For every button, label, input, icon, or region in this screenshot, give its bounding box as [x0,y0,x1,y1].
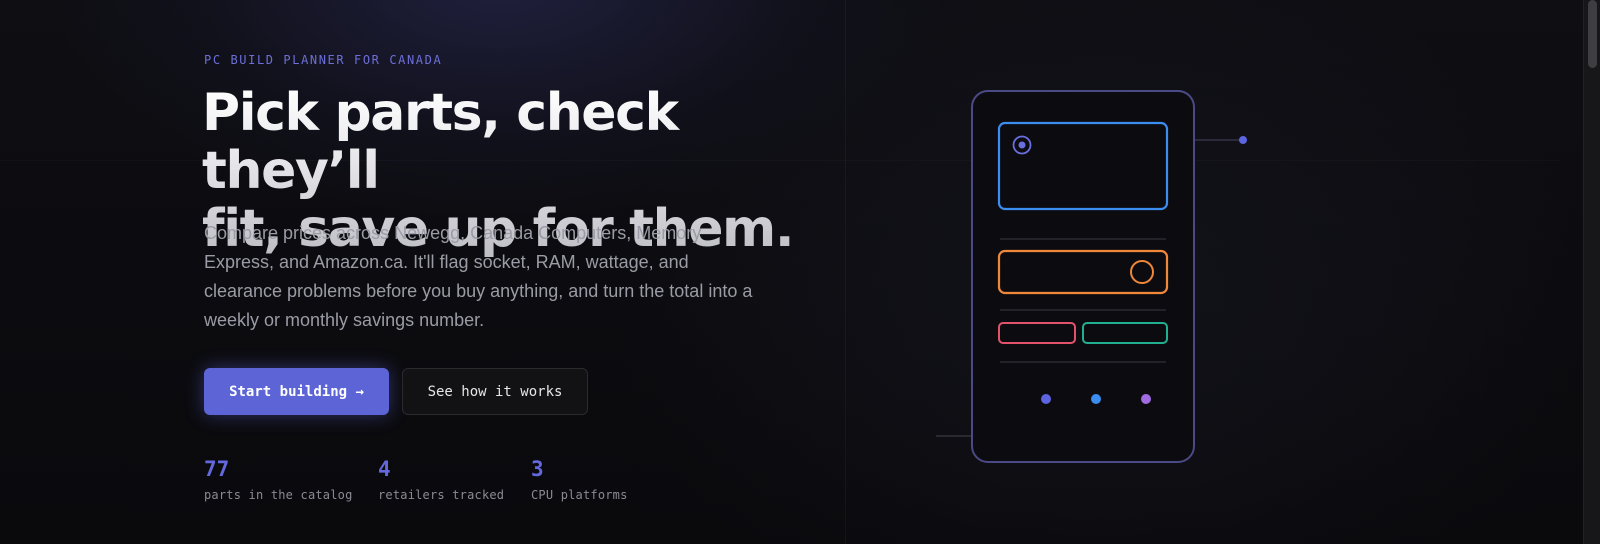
stat-label: parts in the catalog [204,488,353,502]
stat-parts: 77 parts in the catalog [204,456,353,502]
page-scrollbar[interactable] [1583,0,1600,544]
see-how-it-works-button[interactable]: See how it works [402,368,588,415]
background-gridline [845,0,846,544]
stat-label: CPU platforms [531,488,628,502]
hero-headline-line-1: Pick parts, check they’ll [202,83,678,201]
stat-retailers: 4 retailers tracked [378,456,504,502]
hero-description: Compare prices across Newegg, Canada Com… [204,223,753,330]
stat-value: 77 [204,457,230,481]
stat-value: 3 [531,457,544,481]
stat-value: 4 [378,457,391,481]
connector-dot [1239,136,1247,144]
indicator-icon-dot [1018,141,1026,149]
start-building-button[interactable]: Start building → [204,368,389,415]
stat-label: retailers tracked [378,488,505,502]
case-outline [971,90,1195,463]
stat-platforms: 3 CPU platforms [531,456,628,502]
status-led [1141,394,1151,404]
pc-case-illustration [936,90,1247,463]
status-led [1041,394,1051,404]
hero-eyebrow: PC BUILD PLANNER FOR CANADA [204,53,443,67]
scrollbar-thumb[interactable] [1588,0,1597,68]
status-led [1091,394,1101,404]
